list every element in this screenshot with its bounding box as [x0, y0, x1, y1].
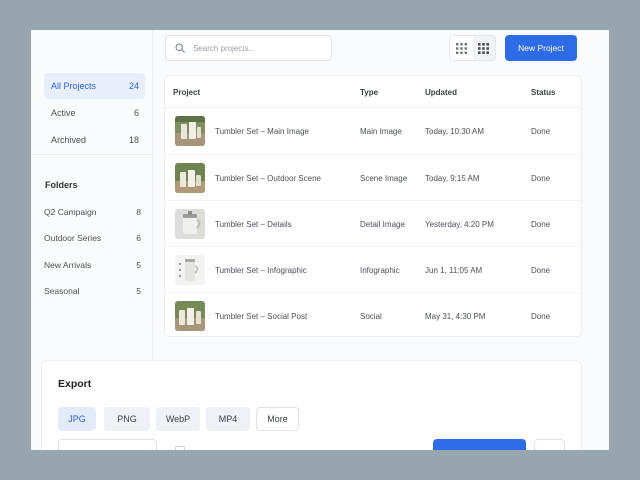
projects-table: Project Type Updated Status Tumbler Set … — [164, 75, 582, 337]
sidebar-item-count: 18 — [128, 135, 139, 145]
view-toggle — [449, 35, 496, 61]
export-button[interactable] — [433, 439, 526, 450]
folder-count: 5 — [136, 286, 141, 296]
export-title: Export — [58, 378, 92, 390]
grid-small-icon — [455, 42, 467, 54]
export-size-select[interactable] — [58, 439, 157, 450]
status-badge: Done — [531, 311, 551, 321]
project-updated: Jun 1, 11:05 AM — [425, 265, 483, 275]
project-thumbnail — [175, 116, 205, 146]
format-jpg-button[interactable]: JPG — [58, 407, 96, 431]
grid-large-icon — [478, 42, 490, 54]
sidebar-item-label: Archived — [51, 135, 87, 145]
table-row[interactable]: Tumbler Set – Outdoor Scene Scene Image … — [165, 154, 581, 201]
format-more-button[interactable]: More — [256, 407, 299, 431]
status-badge: Done — [531, 126, 551, 136]
folder-item-seasonal[interactable]: Seasonal 5 — [44, 282, 141, 300]
folder-label: Seasonal — [44, 286, 80, 296]
photo-detail-image — [175, 209, 205, 239]
column-header-updated[interactable]: Updated — [425, 88, 457, 97]
chevron-down-icon: ⌄ — [545, 446, 554, 451]
status-badge: Done — [531, 265, 551, 275]
search-icon — [175, 43, 185, 53]
project-type: Detail Image — [360, 219, 405, 229]
sidebar-item-active[interactable]: Active 6 — [44, 100, 145, 126]
sidebar: All Projects 24 Active 6 Archived 18 Fol… — [31, 30, 153, 360]
project-name[interactable]: Tumbler Set – Details — [215, 201, 292, 247]
grid-large-view-button[interactable] — [472, 36, 495, 60]
photo-outdoor-image — [175, 116, 205, 146]
project-thumbnail — [175, 209, 205, 239]
folder-item-q2-campaign[interactable]: Q2 Campaign 8 — [44, 203, 141, 221]
photo-infographic-image — [175, 255, 205, 285]
project-type: Main Image — [360, 126, 402, 136]
table-row[interactable]: Tumbler Set – Details Detail Image Yeste… — [165, 200, 581, 247]
project-name[interactable]: Tumbler Set – Social Post — [215, 293, 307, 336]
project-updated: May 31, 4:30 PM — [425, 311, 486, 321]
project-type: Infographic — [360, 265, 400, 275]
sidebar-item-label: Active — [51, 108, 76, 118]
project-updated: Today, 9:15 AM — [425, 173, 480, 183]
folder-label: Q2 Campaign — [44, 207, 97, 217]
grid-small-view-button[interactable] — [450, 36, 473, 60]
column-header-project[interactable]: Project — [173, 88, 200, 97]
project-type: Scene Image — [360, 173, 408, 183]
project-name[interactable]: Tumbler Set – Infographic — [215, 247, 307, 293]
status-badge: Done — [531, 173, 551, 183]
folder-count: 8 — [136, 207, 141, 217]
sidebar-item-all-projects[interactable]: All Projects 24 — [44, 73, 145, 99]
folder-count: 5 — [136, 260, 141, 270]
column-header-type[interactable]: Type — [360, 88, 378, 97]
table-row[interactable]: Tumbler Set – Main Image Main Image Toda… — [165, 108, 581, 154]
project-thumbnail — [175, 163, 205, 193]
folder-count: 6 — [136, 233, 141, 243]
photo-outdoor-image — [175, 163, 205, 193]
column-header-status[interactable]: Status — [531, 88, 555, 97]
table-body: Tumbler Set – Main Image Main Image Toda… — [165, 108, 581, 336]
new-project-button[interactable]: New Project — [505, 35, 577, 61]
project-name[interactable]: Tumbler Set – Main Image — [215, 108, 309, 154]
project-updated: Yesterday, 4:20 PM — [425, 219, 494, 229]
photo-outdoor-image — [175, 301, 205, 331]
folder-item-new-arrivals[interactable]: New Arrivals 5 — [44, 256, 141, 274]
folder-label: Outdoor Series — [44, 233, 102, 243]
search-box[interactable] — [165, 35, 332, 61]
app-window: All Projects 24 Active 6 Archived 18 Fol… — [31, 30, 609, 450]
folder-item-outdoor-series[interactable]: Outdoor Series 6 — [44, 229, 141, 247]
sidebar-item-count: 24 — [128, 81, 139, 91]
format-png-button[interactable]: PNG — [104, 407, 150, 431]
sidebar-item-archived[interactable]: Archived 18 — [44, 127, 145, 153]
export-options-button[interactable]: ⌄ — [534, 439, 565, 450]
search-input[interactable] — [191, 42, 325, 54]
project-updated: Today, 10:30 AM — [425, 126, 484, 136]
project-thumbnail — [175, 255, 205, 285]
format-webp-button[interactable]: WebP — [156, 407, 200, 431]
project-thumbnail — [175, 301, 205, 331]
export-panel: Export JPG PNG WebP MP4 More ⌄ — [41, 360, 582, 450]
project-name[interactable]: Tumbler Set – Outdoor Scene — [215, 155, 321, 201]
folders-heading: Folders — [45, 180, 78, 190]
status-badge: Done — [531, 219, 551, 229]
sidebar-divider — [31, 154, 152, 155]
folder-label: New Arrivals — [44, 260, 92, 270]
format-mp4-button[interactable]: MP4 — [206, 407, 250, 431]
sidebar-item-count: 6 — [133, 108, 139, 118]
table-row[interactable]: Tumbler Set – Infographic Infographic Ju… — [165, 246, 581, 293]
project-type: Social — [360, 311, 382, 321]
export-option-checkbox[interactable] — [175, 446, 185, 450]
sidebar-item-label: All Projects — [51, 81, 97, 91]
table-row[interactable]: Tumbler Set – Social Post Social May 31,… — [165, 292, 581, 336]
